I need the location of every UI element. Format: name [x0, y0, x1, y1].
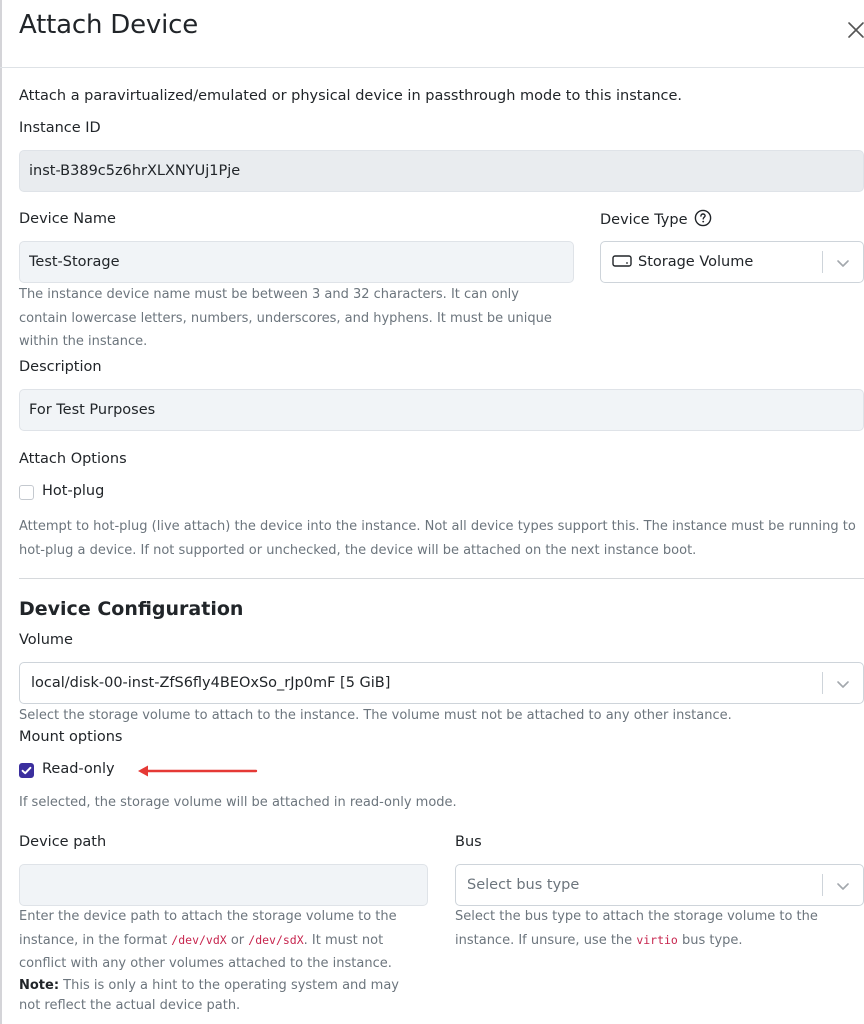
device-type-value: Storage Volume [612, 242, 753, 282]
device-type-label-text: Device Type [600, 212, 688, 228]
hotplug-help: Attempt to hot-plug (live attach) the de… [19, 519, 856, 558]
bus-help: Select the bus type to attach the storag… [455, 905, 864, 952]
window-edge [0, 0, 2, 1024]
modal-header: Attach Device [0, 0, 864, 68]
section-divider [19, 578, 864, 579]
device-path-note: Note: This is only a hint to the operati… [19, 976, 419, 1017]
bus-select[interactable]: Select bus type [455, 864, 864, 906]
device-path-help: Enter the device path to attach the stor… [19, 905, 419, 1017]
volume-label: Volume [19, 632, 73, 648]
chevron-down-icon [837, 883, 849, 890]
mount-options-help: If selected, the storage volume will be … [19, 795, 457, 810]
bus-label: Bus [455, 834, 482, 850]
code-vdx: /dev/vdX [171, 932, 227, 947]
device-type-label: Device Type [600, 209, 712, 229]
section-title: Device Configuration [19, 598, 244, 620]
volume-value: local/disk-00-inst-ZfS6fly4BEOxSo_rJp0mF… [31, 675, 391, 691]
chevron-down-icon [837, 681, 849, 688]
description-field[interactable] [19, 389, 864, 431]
code-virtio: virtio [636, 932, 678, 947]
code-sdx: /dev/sdX [248, 932, 304, 947]
device-name-help: The instance device name must be between… [19, 287, 552, 349]
modal-title: Attach Device [19, 10, 199, 40]
note-label: Note: [19, 977, 60, 993]
device-path-help-or: or [226, 932, 249, 948]
select-separator [822, 672, 823, 694]
device-name-field[interactable] [19, 241, 574, 283]
bus-placeholder: Select bus type [467, 877, 580, 893]
checkmark-icon [21, 766, 32, 775]
chevron-down-icon [837, 260, 849, 267]
device-type-value-text: Storage Volume [638, 254, 754, 270]
readonly-checkbox[interactable] [19, 763, 34, 778]
help-circle-icon[interactable] [694, 209, 712, 227]
description-label: Description [19, 359, 102, 375]
volume-select[interactable]: local/disk-00-inst-ZfS6fly4BEOxSo_rJp0mF… [19, 662, 864, 704]
note-text: This is only a hint to the operating sys… [19, 977, 399, 1014]
bus-help-post: bus type. [677, 932, 743, 948]
readonly-label[interactable]: Read-only [42, 761, 115, 777]
attach-options-label: Attach Options [19, 451, 127, 467]
device-name-label: Device Name [19, 211, 116, 227]
instance-id-field[interactable] [19, 150, 864, 192]
hotplug-label[interactable]: Hot-plug [42, 483, 104, 499]
close-icon [848, 22, 864, 38]
select-separator [822, 874, 823, 896]
red-arrow-annotation [138, 765, 258, 777]
hotplug-checkbox[interactable] [19, 485, 34, 500]
device-type-select[interactable]: Storage Volume [600, 241, 864, 283]
volume-help: Select the storage volume to attach to t… [19, 708, 732, 723]
close-button[interactable] [846, 20, 864, 40]
mount-options-label: Mount options [19, 729, 123, 745]
modal-intro: Attach a paravirtualized/emulated or phy… [19, 88, 683, 104]
device-path-field[interactable] [19, 864, 428, 906]
instance-id-label: Instance ID [19, 120, 101, 136]
storage-drive-icon [612, 255, 632, 267]
select-separator [822, 251, 823, 273]
device-path-label: Device path [19, 834, 107, 850]
